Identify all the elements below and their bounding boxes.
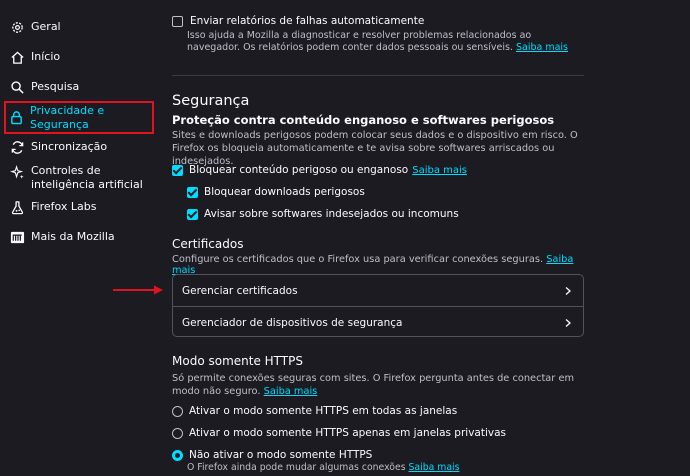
https-private-windows-label: Ativar o modo somente HTTPS apenas em ja… (189, 427, 507, 439)
annotation-arrow (113, 285, 163, 295)
crash-reports-checkbox[interactable] (172, 15, 183, 27)
https-disabled-option[interactable]: Não ativar o modo somente HTTPS (172, 449, 372, 461)
search-icon (9, 79, 25, 95)
crash-reports-description: Isso ajuda a Mozilla a diagnosticar e re… (187, 30, 587, 54)
sidebar-item-general[interactable]: Geral (6, 19, 152, 35)
https-disabled-radio[interactable] (172, 449, 183, 461)
security-subheading: Proteção contra conteúdo enganoso e soft… (172, 113, 555, 127)
sidebar-item-label: Sincronização (31, 140, 108, 153)
crash-description-text: Isso ajuda a Mozilla a diagnosticar e re… (187, 30, 532, 53)
sidebar-item-label: Controles de inteligência artificial (31, 164, 143, 191)
block-downloads-label: Bloquear downloads perigosos (204, 186, 365, 198)
certificates-description: Configure os certificados que o Firefox … (172, 254, 584, 276)
https-only-heading: Modo somente HTTPS (172, 354, 303, 368)
https-private-windows-option[interactable]: Ativar o modo somente HTTPS apenas em ja… (172, 427, 506, 439)
chevron-right-icon (565, 286, 571, 295)
mozilla-icon (9, 229, 25, 245)
sidebar: Geral Início Pesquisa Privacidade e Segu… (0, 0, 160, 476)
sparkle-icon (9, 164, 25, 180)
sidebar-item-label: Início (31, 50, 61, 63)
https-all-windows-option[interactable]: Ativar o modo somente HTTPS em todas as … (172, 405, 457, 417)
lock-icon (9, 110, 24, 126)
https-only-description: Só permite conexões seguras com sites. O… (172, 372, 584, 398)
manage-certificates-label: Gerenciar certificados (182, 284, 298, 297)
sidebar-item-label: Geral (31, 20, 61, 33)
gear-icon (9, 19, 25, 35)
block-deceptive-learn-more-link[interactable]: Saiba mais (412, 165, 467, 176)
certificates-description-text: Configure os certificados que o Firefox … (172, 254, 544, 265)
sidebar-item-label: Privacidade e Segurança (30, 103, 105, 131)
sidebar-item-label: Mais da Mozilla (31, 230, 115, 243)
certificates-box: Gerenciar certificados Gerenciador de di… (172, 274, 584, 337)
block-deceptive-label: Bloquear conteúdo perigoso ou enganoso (189, 164, 409, 176)
home-icon (9, 49, 25, 65)
https-disabled-note-text: O Firefox ainda pode mudar algumas conex… (187, 462, 406, 473)
chevron-right-icon (565, 318, 571, 327)
https-description-text: Só permite conexões seguras com sites. O… (172, 373, 575, 397)
https-all-windows-label: Ativar o modo somente HTTPS em todas as … (189, 405, 458, 417)
sidebar-item-label: Pesquisa (31, 80, 80, 93)
warn-unwanted-label: Avisar sobre softwares indesejados ou in… (204, 208, 459, 220)
https-all-windows-radio[interactable] (172, 405, 183, 417)
sidebar-item-privacy[interactable]: Privacidade e Segurança (4, 101, 154, 134)
https-disabled-note: O Firefox ainda pode mudar algumas conex… (187, 462, 459, 473)
block-deceptive-row[interactable]: Bloquear conteúdo perigoso ou enganoso S… (172, 164, 467, 176)
security-devices-label: Gerenciador de dispositivos de segurança (182, 316, 403, 329)
sync-icon (9, 139, 25, 155)
crash-reports-label: Enviar relatórios de falhas automaticame… (190, 15, 425, 27)
https-disabled-label: Não ativar o modo somente HTTPS (189, 449, 373, 461)
https-private-windows-radio[interactable] (172, 427, 183, 439)
certificates-heading: Certificados (172, 237, 244, 251)
manage-certificates-button[interactable]: Gerenciar certificados (173, 275, 583, 306)
block-deceptive-checkbox[interactable] (172, 164, 183, 176)
https-learn-more-link[interactable]: Saiba mais (264, 386, 318, 397)
security-description: Sites e downloads perigosos podem coloca… (172, 130, 578, 167)
sidebar-item-sync[interactable]: Sincronização (6, 139, 152, 155)
crash-reports-row[interactable]: Enviar relatórios de falhas automaticame… (172, 15, 592, 27)
sidebar-item-more-mozilla[interactable]: Mais da Mozilla (6, 229, 152, 245)
https-disabled-learn-more-link[interactable]: Saiba mais (409, 462, 460, 473)
flask-icon (9, 199, 25, 215)
warn-unwanted-checkbox[interactable] (187, 208, 198, 220)
block-downloads-checkbox[interactable] (187, 186, 198, 198)
main-content: Enviar relatórios de falhas automaticame… (172, 0, 592, 476)
sidebar-item-label: Firefox Labs (31, 200, 97, 213)
block-downloads-row[interactable]: Bloquear downloads perigosos (187, 186, 365, 198)
sidebar-item-ai-controls[interactable]: Controles de inteligência artificial (6, 164, 152, 192)
security-heading: Segurança (172, 93, 250, 109)
security-devices-button[interactable]: Gerenciador de dispositivos de segurança (173, 307, 583, 338)
sidebar-item-firefox-labs[interactable]: Firefox Labs (6, 199, 152, 215)
section-divider (172, 75, 584, 76)
crash-learn-more-link[interactable]: Saiba mais (516, 42, 568, 53)
sidebar-item-home[interactable]: Início (6, 49, 152, 65)
warn-unwanted-row[interactable]: Avisar sobre softwares indesejados ou in… (187, 208, 459, 220)
sidebar-item-search[interactable]: Pesquisa (6, 79, 152, 95)
